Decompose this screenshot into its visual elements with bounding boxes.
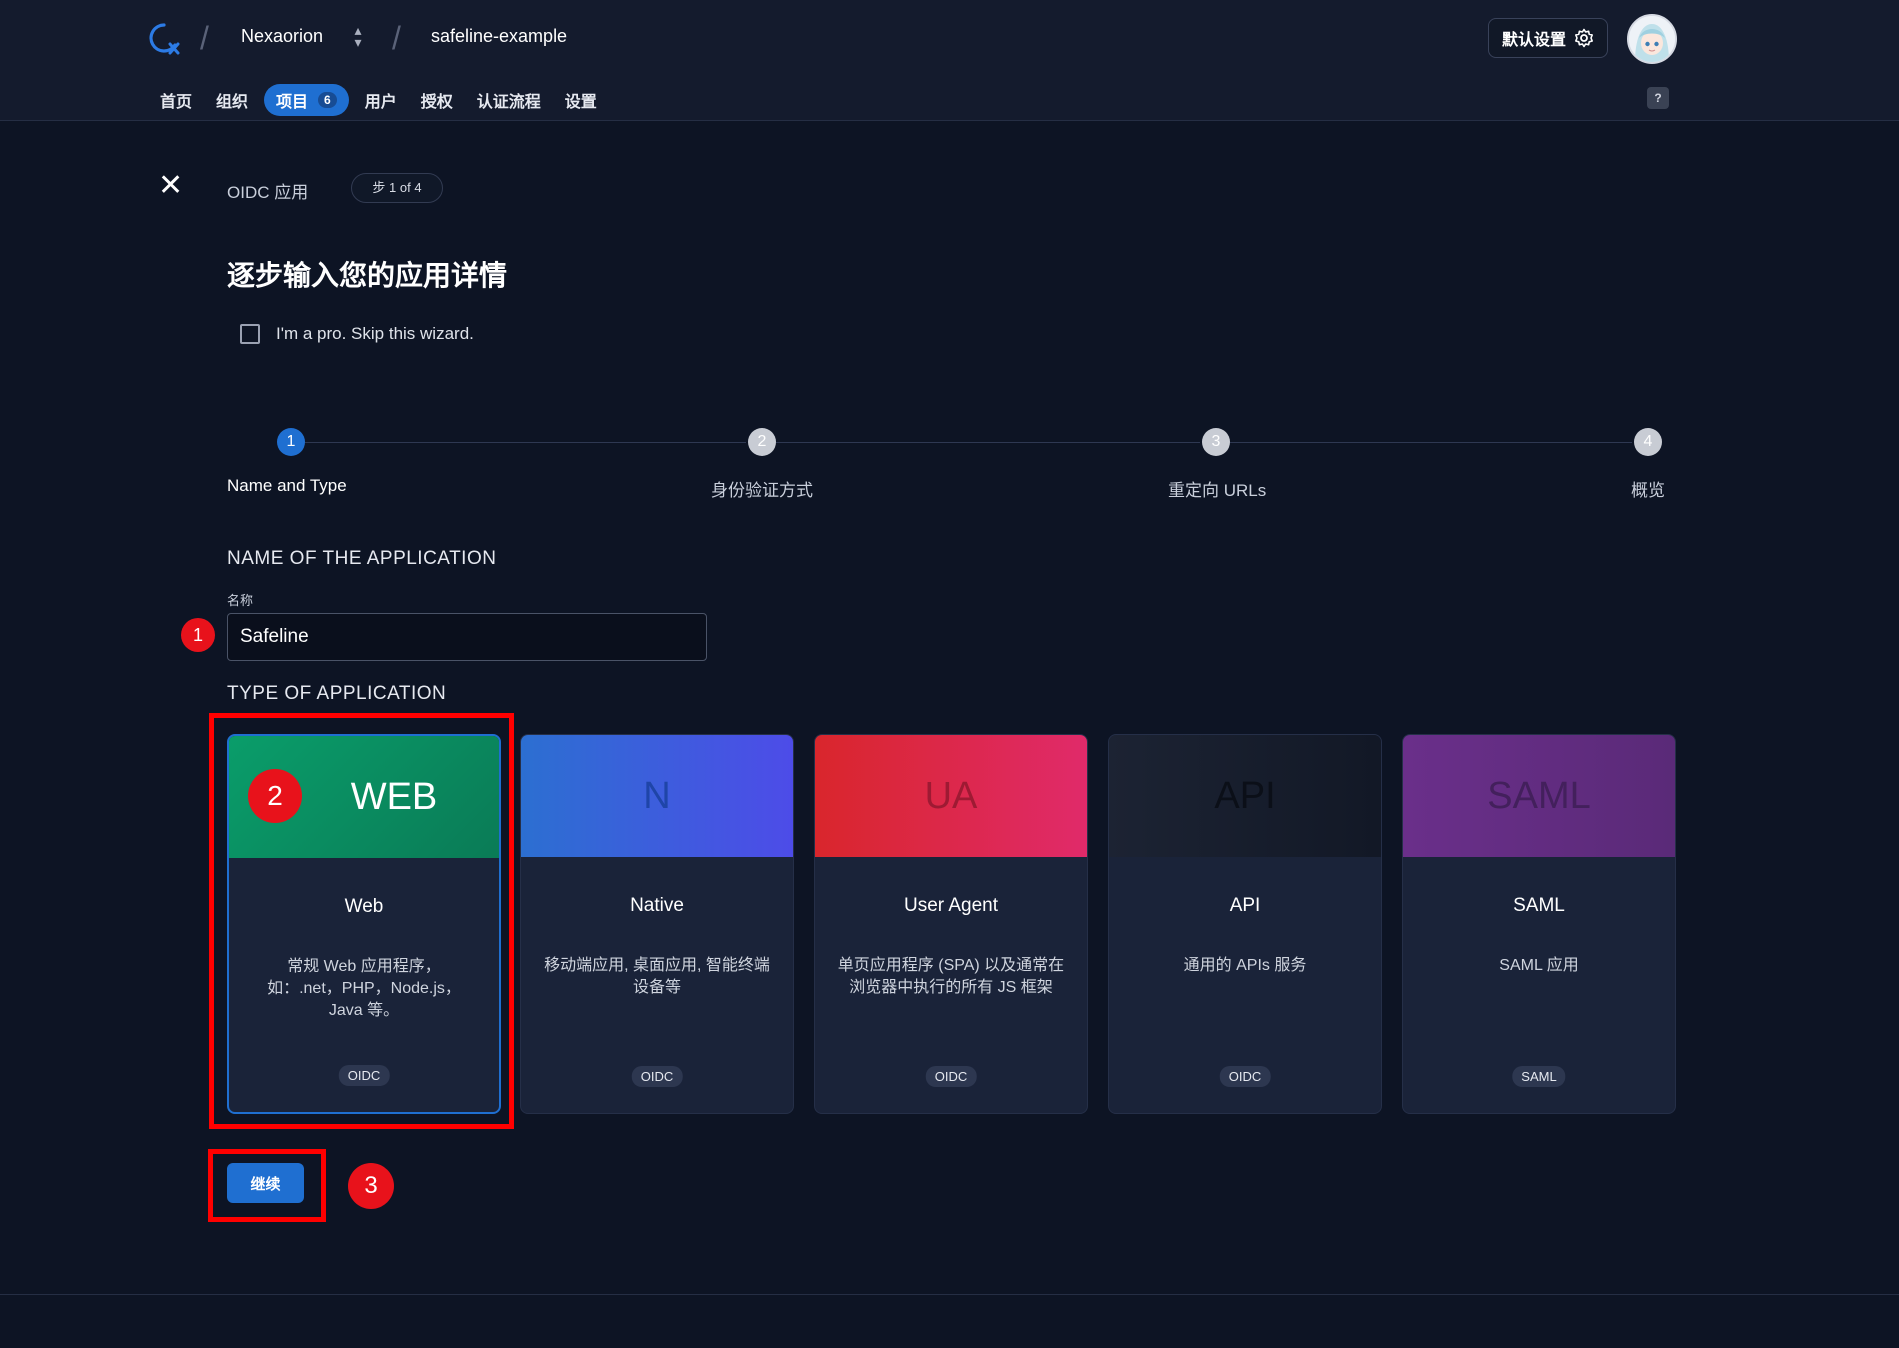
breadcrumb-separator: /	[392, 20, 401, 56]
zitadel-logo-icon[interactable]	[148, 22, 182, 56]
card-description: SAML 应用	[1499, 957, 1579, 974]
app-name-input[interactable]	[227, 613, 707, 661]
step-1-label: Name and Type	[227, 476, 347, 495]
avatar-image-icon	[1629, 16, 1675, 62]
step-4-label: 概览	[1631, 481, 1665, 500]
card-banner: SAML	[1403, 735, 1675, 857]
card-title: Native	[630, 895, 684, 916]
step-2-dot: 2	[748, 428, 776, 456]
card-description: 单页应用程序 (SPA) 以及通常在浏览器中执行的所有 JS 框架	[837, 957, 1065, 996]
type-section-heading: TYPE OF APPLICATION	[227, 683, 447, 704]
projects-count-badge: 6	[318, 92, 337, 108]
annotation-highlight-box	[209, 713, 514, 1129]
stepper-connector	[305, 442, 746, 443]
close-icon[interactable]: ✕	[158, 171, 183, 201]
card-title: API	[1229, 895, 1261, 916]
help-button[interactable]: ?	[1647, 87, 1669, 109]
app-type-card-user-agent[interactable]: UA User Agent 单页应用程序 (SPA) 以及通常在浏览器中执行的所…	[814, 734, 1088, 1114]
step-4-dot: 4	[1634, 428, 1662, 456]
annotation-marker-1: 1	[181, 618, 215, 652]
annotation-marker-3: 3	[348, 1163, 394, 1209]
stepper-connector	[776, 442, 1200, 443]
skip-wizard-checkbox[interactable]	[240, 324, 260, 344]
card-banner: N	[521, 735, 793, 857]
nav-item-projects[interactable]: 项目 6	[264, 84, 349, 116]
org-name[interactable]: Nexaorion	[241, 26, 323, 47]
skip-wizard-label[interactable]: I'm a pro. Skip this wizard.	[276, 324, 474, 344]
wizard-title: OIDC 应用	[227, 183, 309, 202]
card-title: User Agent	[904, 895, 998, 916]
step-3-dot: 3	[1202, 428, 1230, 456]
card-protocol-tag: SAML	[1512, 1066, 1566, 1087]
nav-label: 首页	[160, 94, 193, 111]
nav-item-grants[interactable]: 授权	[409, 84, 465, 116]
card-title: SAML	[1513, 895, 1565, 916]
nav-label: 项目	[276, 94, 309, 111]
step-indicator-badge: 步 1 of 4	[351, 173, 443, 203]
step-1-dot: 1	[277, 428, 305, 456]
card-description: 通用的 APIs 服务	[1183, 957, 1307, 974]
nav-label: 设置	[564, 94, 597, 111]
nav-item-actions[interactable]: 认证流程	[465, 84, 553, 116]
nav-item-settings[interactable]: 设置	[553, 84, 609, 116]
card-description: 移动端应用, 桌面应用, 智能终端设备等	[544, 957, 770, 996]
nav-item-users[interactable]: 用户	[353, 84, 409, 116]
org-switch-chevron-icon[interactable]: ▴ ▾	[348, 23, 368, 52]
annotation-highlight-box	[208, 1149, 326, 1222]
page: / Nexaorion ▴▾ / safeline-example 默认设置	[0, 0, 1899, 1348]
nav-label: 授权	[420, 94, 453, 111]
user-avatar[interactable]	[1627, 14, 1677, 64]
app-type-card-api[interactable]: API API 通用的 APIs 服务 OIDC	[1108, 734, 1382, 1114]
default-settings-button[interactable]: 默认设置	[1488, 18, 1608, 58]
app-type-card-saml[interactable]: SAML SAML SAML 应用 SAML	[1402, 734, 1676, 1114]
nav-label: 组织	[216, 94, 249, 111]
step-3-label: 重定向 URLs	[1168, 481, 1267, 500]
main-nav: 首页 组织 项目 6 用户 授权 认证流程 设置	[148, 84, 609, 116]
card-banner: UA	[815, 735, 1087, 857]
name-section-heading: NAME OF THE APPLICATION	[227, 548, 497, 569]
nav-label: 用户	[364, 94, 397, 111]
nav-item-org[interactable]: 组织	[204, 84, 260, 116]
app-type-card-native[interactable]: N Native 移动端应用, 桌面应用, 智能终端设备等 OIDC	[520, 734, 794, 1114]
stepper-connector	[1230, 442, 1632, 443]
skip-wizard-row[interactable]: I'm a pro. Skip this wizard.	[240, 324, 474, 344]
top-header: / Nexaorion ▴▾ / safeline-example 默认设置	[0, 0, 1899, 121]
nav-label: 认证流程	[476, 94, 541, 111]
breadcrumb-separator: /	[200, 20, 209, 56]
name-field-label: 名称	[227, 593, 254, 608]
card-protocol-tag: OIDC	[631, 1066, 683, 1087]
default-settings-label: 默认设置	[1501, 32, 1566, 49]
card-protocol-tag: OIDC	[1219, 1066, 1271, 1087]
step-2-label: 身份验证方式	[711, 481, 813, 500]
card-banner: API	[1109, 735, 1381, 857]
footer-divider	[0, 1294, 1899, 1295]
card-protocol-tag: OIDC	[925, 1066, 977, 1087]
page-title: 逐步输入您的应用详情	[227, 260, 508, 291]
nav-item-home[interactable]: 首页	[148, 84, 204, 116]
project-name[interactable]: safeline-example	[431, 26, 567, 47]
gear-icon	[1575, 28, 1593, 48]
annotation-marker-2: 2	[248, 769, 302, 823]
